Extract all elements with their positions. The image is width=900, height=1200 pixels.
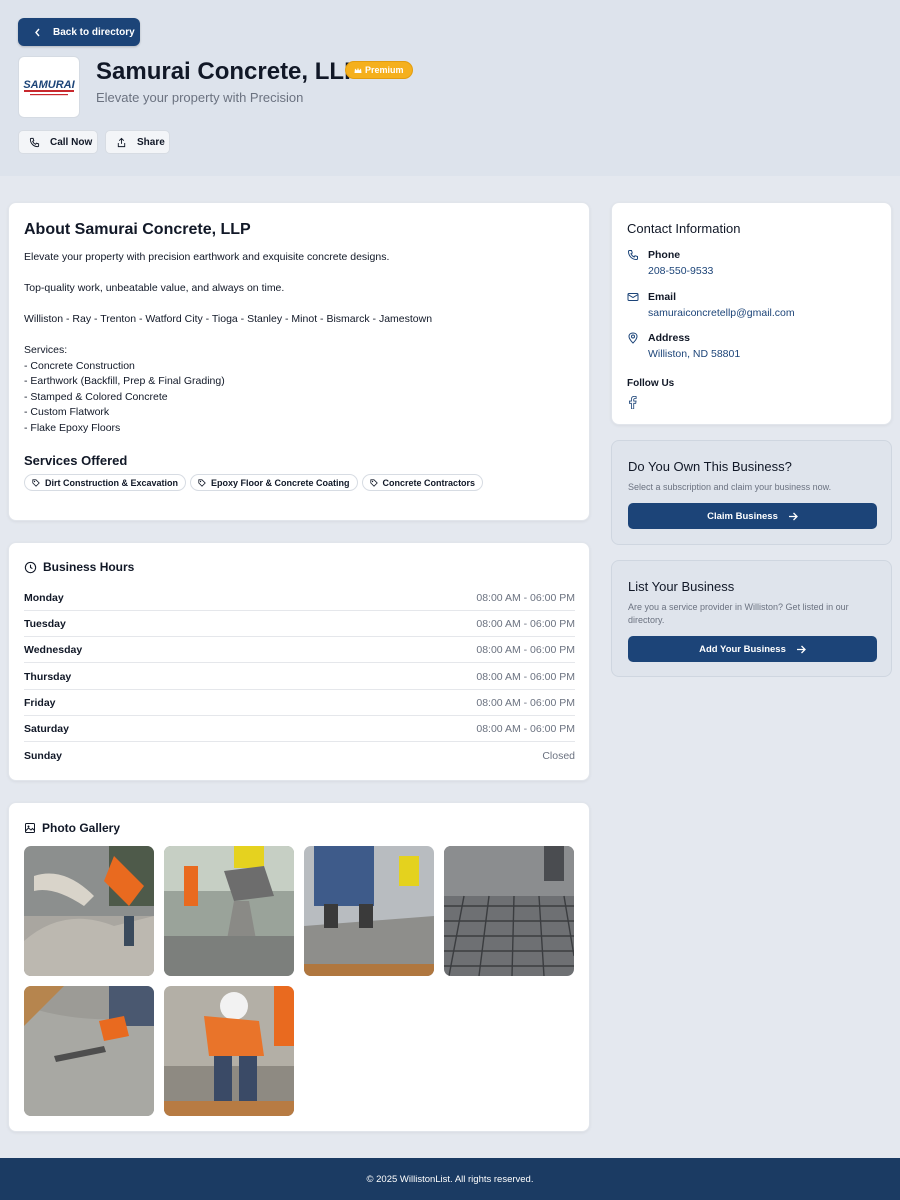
hours-day: Monday: [24, 591, 64, 604]
back-to-directory-button[interactable]: Back to directory: [18, 18, 140, 46]
hours-time: Closed: [542, 750, 575, 762]
about-description: Elevate your property with precision ear…: [24, 251, 433, 434]
business-tagline: Elevate your property with Precision: [96, 90, 304, 105]
address-value: Williston, ND 58801: [648, 348, 741, 360]
service-tag[interactable]: Epoxy Floor & Concrete Coating: [190, 474, 358, 491]
tag-icon: [369, 478, 378, 487]
business-logo: SAMURAI: [18, 56, 80, 118]
call-now-label: Call Now: [50, 136, 93, 148]
hours-time: 08:00 AM - 06:00 PM: [476, 722, 575, 735]
gallery-photo[interactable]: [304, 846, 434, 976]
hours-day: Thursday: [24, 670, 72, 683]
business-hours-card: Business Hours Monday 08:00 AM - 06:00 PM…: [8, 542, 590, 781]
arrow-right-icon: [788, 512, 798, 521]
add-business-label: Add Your Business: [699, 643, 786, 655]
phone-icon: [29, 137, 40, 148]
phone-link[interactable]: 208-550-9533: [648, 265, 713, 277]
business-header: Back to directory SAMURAI Samurai Concre…: [0, 0, 900, 176]
gallery-title: Photo Gallery: [42, 821, 121, 835]
contact-card: Contact Information Phone 208-550-9533 E…: [611, 202, 892, 425]
logo-text: SAMURAI: [23, 79, 75, 91]
tag-icon: [32, 478, 40, 487]
arrow-right-icon: [796, 645, 806, 654]
hours-row: Wednesday 08:00 AM - 06:00 PM: [24, 637, 575, 663]
gallery-photo[interactable]: [444, 846, 574, 976]
service-tag-label: Dirt Construction & Excavation: [45, 477, 179, 488]
gallery-photo[interactable]: [24, 846, 154, 976]
hours-time: 08:00 AM - 06:00 PM: [476, 670, 575, 683]
hours-row: Sunday Closed: [24, 743, 575, 769]
email-link[interactable]: samuraiconcretellp@gmail.com: [648, 307, 795, 319]
hours-day: Friday: [24, 696, 56, 709]
hours-time: 08:00 AM - 06:00 PM: [476, 696, 575, 709]
gallery-photo[interactable]: [24, 986, 154, 1116]
about-title: About Samurai Concrete, LLP: [24, 221, 251, 238]
service-tag[interactable]: Dirt Construction & Excavation: [24, 474, 187, 491]
hours-day: Saturday: [24, 722, 69, 735]
copyright-text: © 2025 WillistonList. All rights reserve…: [366, 1173, 534, 1185]
phone-label: Phone: [648, 249, 681, 261]
gallery-photo[interactable]: [164, 986, 294, 1116]
hours-row: Thursday 08:00 AM - 06:00 PM: [24, 664, 575, 690]
list-business-card: List Your Business Are you a service pro…: [611, 560, 892, 677]
email-label: Email: [648, 291, 677, 303]
back-button-label: Back to directory: [53, 26, 135, 38]
hours-row: Friday 08:00 AM - 06:00 PM: [24, 690, 575, 716]
share-label: Share: [137, 136, 165, 148]
hours-day: Wednesday: [24, 643, 83, 656]
claim-title: Do You Own This Business?: [628, 459, 792, 474]
map-pin-icon: [627, 332, 639, 344]
about-card: About Samurai Concrete, LLP Elevate your…: [8, 202, 590, 521]
hours-row: Monday 08:00 AM - 06:00 PM: [24, 585, 575, 611]
hours-row: Saturday 08:00 AM - 06:00 PM: [24, 716, 575, 742]
business-name: Samurai Concrete, LLP: [96, 58, 361, 85]
claim-business-card: Do You Own This Business? Select a subsc…: [611, 440, 892, 545]
claim-text: Select a subscription and claim your bus…: [628, 482, 832, 492]
hours-time: 08:00 AM - 06:00 PM: [476, 591, 575, 604]
premium-badge: Premium: [345, 61, 413, 79]
footer: © 2025 WillistonList. All rights reserve…: [0, 1158, 900, 1200]
contact-title: Contact Information: [627, 221, 741, 236]
claim-business-button[interactable]: Claim Business: [628, 503, 877, 529]
call-now-button[interactable]: Call Now: [18, 130, 98, 154]
hours-time: 08:00 AM - 06:00 PM: [476, 617, 575, 630]
mail-icon: [627, 291, 639, 303]
services-tags: Dirt Construction & Excavation Epoxy Flo…: [24, 474, 487, 491]
gallery-photo[interactable]: [164, 846, 294, 976]
image-icon: [24, 822, 36, 834]
follow-us-label: Follow Us: [627, 378, 675, 389]
facebook-icon[interactable]: [628, 396, 637, 409]
clock-icon: [24, 561, 37, 574]
add-business-button[interactable]: Add Your Business: [628, 636, 877, 662]
hours-row: Tuesday 08:00 AM - 06:00 PM: [24, 611, 575, 637]
crown-icon: [354, 67, 362, 74]
service-tag[interactable]: Concrete Contractors: [361, 474, 484, 491]
address-label: Address: [648, 332, 691, 344]
phone-icon: [627, 249, 639, 261]
photo-gallery-card: Photo Gallery: [8, 802, 590, 1132]
claim-button-label: Claim Business: [707, 510, 778, 522]
list-text: Are you a service provider in Williston?…: [628, 602, 849, 625]
hours-time: 08:00 AM - 06:00 PM: [476, 643, 575, 656]
service-tag-label: Epoxy Floor & Concrete Coating: [211, 477, 350, 488]
list-title: List Your Business: [628, 579, 735, 594]
share-button[interactable]: Share: [105, 130, 170, 154]
share-icon: [116, 137, 127, 148]
hours-day: Sunday: [24, 750, 62, 762]
chevron-left-icon: [34, 28, 41, 37]
service-tag-label: Concrete Contractors: [382, 477, 476, 488]
hours-title: Business Hours: [43, 560, 135, 574]
hours-day: Tuesday: [24, 617, 66, 630]
tag-icon: [198, 478, 206, 487]
premium-label: Premium: [365, 65, 404, 75]
services-title: Services Offered: [24, 453, 128, 468]
